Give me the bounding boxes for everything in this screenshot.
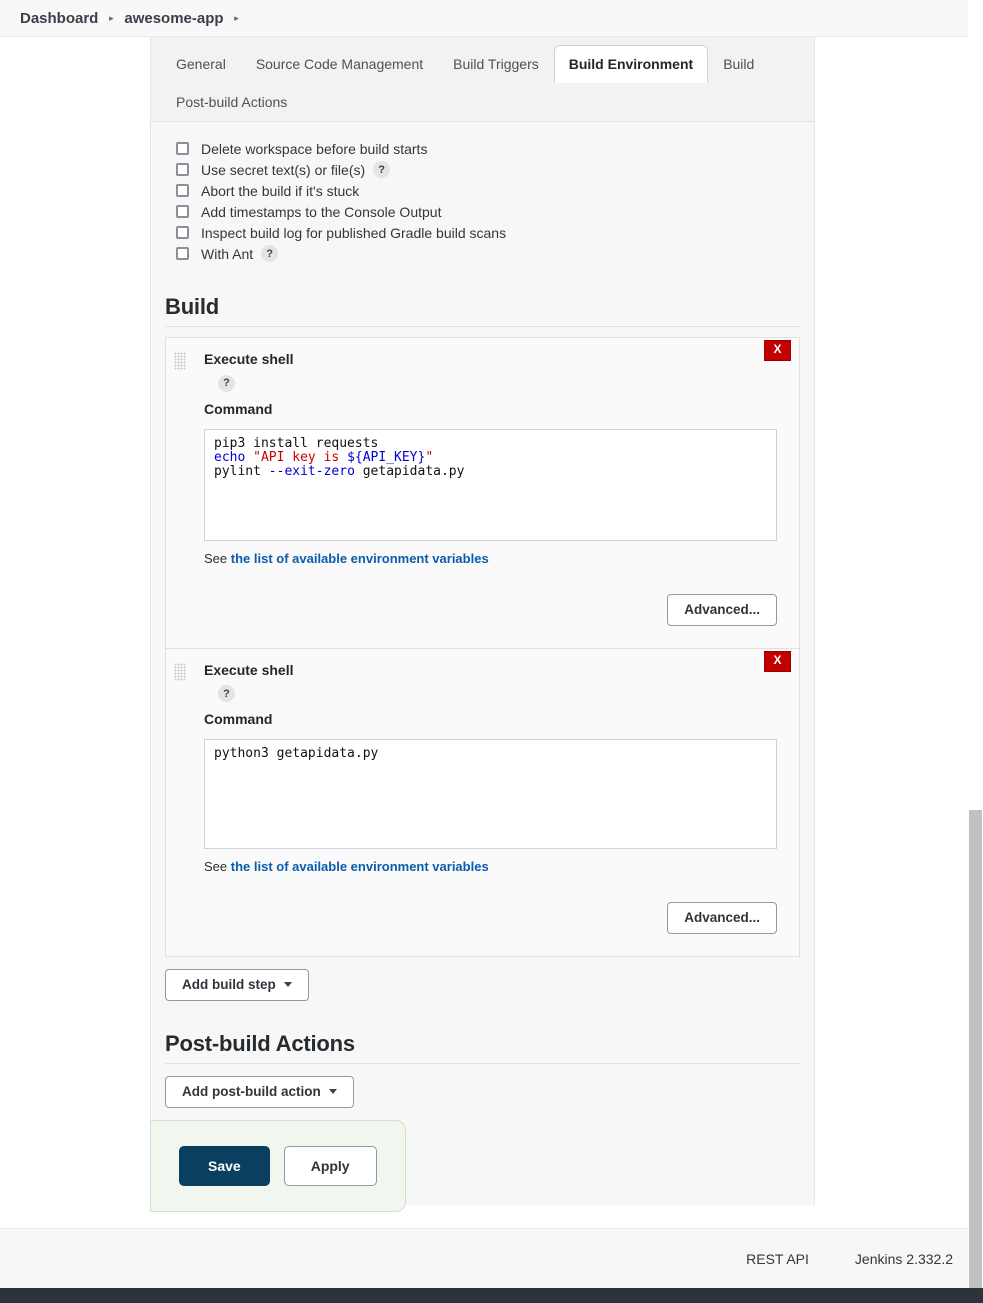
help-icon[interactable]: ? [373,161,391,178]
page-scrollbar-track[interactable] [968,0,983,1288]
checkbox-delete-workspace[interactable] [176,142,189,155]
checkbox-label: Use secret text(s) or file(s) [201,161,366,178]
checkbox-label: With Ant [201,245,254,262]
delete-build-step-button[interactable]: X [764,340,791,361]
env-vars-link[interactable]: the list of available environment variab… [231,551,489,566]
command-field-label: Command [204,400,273,417]
command-field-label: Command [204,711,273,727]
env-vars-link[interactable]: the list of available environment variab… [231,859,489,874]
checkbox-row-with-ant[interactable]: With Ant ? [165,243,800,264]
apply-button[interactable]: Apply [283,1146,377,1186]
advanced-button[interactable]: Advanced... [667,593,777,626]
checkbox-label: Add timestamps to the Console Output [201,203,442,220]
post-build-section-heading: Post-build Actions [165,1031,355,1056]
help-icon[interactable]: ? [261,245,279,262]
config-tab-row-secondary: Post-build Actions [161,83,804,121]
build-step-title: Execute shell [204,351,294,367]
checkbox-add-timestamps[interactable] [176,205,189,218]
checkbox-label: Abort the build if it's stuck [201,182,360,199]
tab-build[interactable]: Build [708,45,769,83]
tab-post-build-actions[interactable]: Post-build Actions [161,83,302,121]
env-vars-hint: See the list of available environment va… [204,859,787,874]
section-divider [165,1063,800,1064]
page-scrollbar-thumb[interactable] [969,810,982,1288]
job-config-panel: General Source Code Management Build Tri… [150,37,815,1205]
bottom-status-bar [0,1288,983,1303]
chevron-right-icon: ▸ [234,12,239,23]
breadcrumb-item-dashboard[interactable]: Dashboard [14,10,104,27]
env-vars-hint-prefix: See [204,859,231,874]
checkbox-row-add-timestamps[interactable]: Add timestamps to the Console Output [165,201,800,222]
add-post-build-action-button[interactable]: Add post-build action [165,1076,354,1108]
checkbox-use-secret-text-or-files[interactable] [176,163,189,176]
build-steps-container: X Execute shell ? Command pip3 install r… [165,337,800,957]
build-section-heading: Build [165,294,219,319]
config-tab-row-primary: General Source Code Management Build Tri… [161,45,804,83]
build-step-help-row: ? [210,684,787,702]
checkbox-row-use-secret-text-or-files[interactable]: Use secret text(s) or file(s) ? [165,159,800,180]
checkbox-inspect-gradle-scans[interactable] [176,226,189,239]
chevron-right-icon: ▸ [109,12,114,23]
drag-handle-icon[interactable] [174,352,186,370]
jenkins-version-label: Jenkins 2.332.2 [854,1250,953,1267]
advanced-row: Advanced... [178,902,777,934]
checkbox-abort-if-stuck[interactable] [176,184,189,197]
tab-general[interactable]: General [161,45,241,83]
help-icon[interactable]: ? [218,374,235,392]
checkbox-row-inspect-gradle-scans[interactable]: Inspect build log for published Gradle b… [165,222,800,243]
page-footer: REST API Jenkins 2.332.2 [0,1228,983,1288]
checkbox-with-ant[interactable] [176,247,189,260]
env-vars-hint-prefix: See [204,550,231,566]
env-vars-hint: See the list of available environment va… [204,551,787,566]
advanced-row: Advanced... [178,593,777,626]
save-button[interactable]: Save [179,1146,270,1186]
section-divider [165,326,800,327]
help-icon[interactable]: ? [218,685,235,702]
command-textarea[interactable]: pip3 install requests echo "API key is $… [204,428,777,541]
breadcrumb-item-awesome-app[interactable]: awesome-app [118,10,229,27]
add-build-step-button[interactable]: Add build step [165,969,309,1001]
command-textarea[interactable]: python3 getapidata.py [204,739,777,849]
build-environment-section: Delete workspace before build starts Use… [151,122,814,264]
form-action-bar: Save Apply [150,1120,406,1212]
advanced-button[interactable]: Advanced... [667,902,777,934]
config-tab-bar: General Source Code Management Build Tri… [151,37,814,122]
checkbox-label: Delete workspace before build starts [201,140,428,157]
build-step-execute-shell-2: X Execute shell ? Command python3 getapi… [166,648,799,956]
build-step-execute-shell-1: X Execute shell ? Command pip3 install r… [166,338,799,649]
build-step-title: Execute shell [204,661,294,678]
tab-build-triggers[interactable]: Build Triggers [438,45,554,83]
breadcrumb: Dashboard ▸ awesome-app ▸ [0,0,983,37]
checkbox-row-delete-workspace[interactable]: Delete workspace before build starts [165,138,800,159]
drag-handle-icon[interactable] [174,662,186,681]
checkbox-row-abort-if-stuck[interactable]: Abort the build if it's stuck [165,180,800,201]
tab-build-environment[interactable]: Build Environment [553,45,709,83]
checkbox-label: Inspect build log for published Gradle b… [201,224,507,241]
add-post-build-action-row: Add post-build action [165,1076,814,1108]
add-build-step-row: Add build step [165,969,814,1001]
rest-api-link[interactable]: REST API [746,1251,809,1267]
tab-source-code-management[interactable]: Source Code Management [241,45,438,83]
build-step-help-row: ? [210,373,787,392]
delete-build-step-button[interactable]: X [764,650,791,672]
